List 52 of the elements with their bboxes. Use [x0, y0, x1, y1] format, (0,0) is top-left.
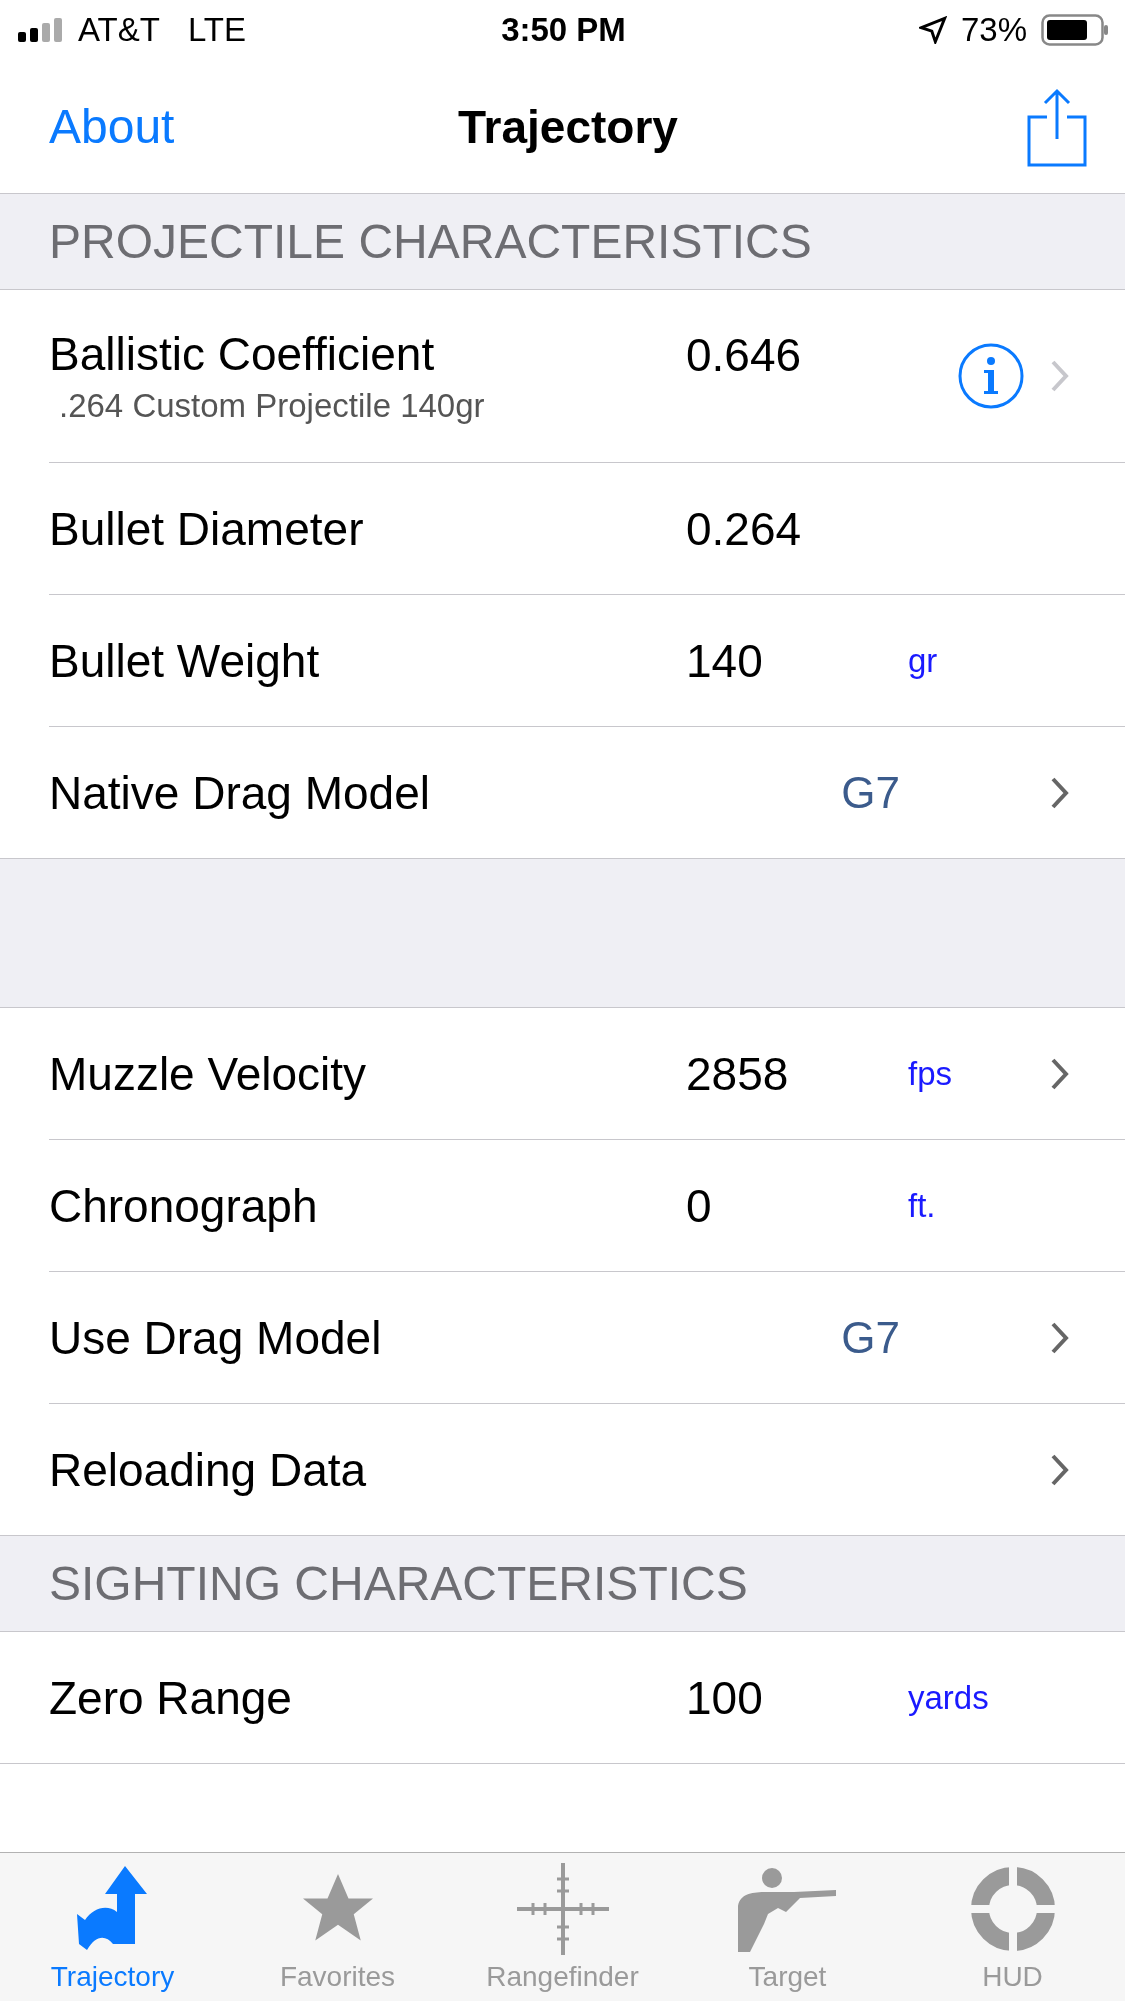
- tab-item[interactable]: Rangefinder: [450, 1853, 675, 2001]
- row-label: Muzzle Velocity: [49, 1046, 367, 1101]
- disclosure-button[interactable]: [1050, 1056, 1070, 1091]
- row-label: Bullet Weight: [49, 633, 321, 688]
- unit-label: gr: [908, 641, 939, 680]
- row-label: Ballistic Coefficient: [49, 327, 436, 381]
- tab-item[interactable]: Target: [675, 1853, 900, 2001]
- info-icon: [958, 343, 1024, 409]
- row-label: Zero Range: [49, 1670, 293, 1725]
- row-label: Use Drag Model: [49, 1310, 383, 1365]
- row-label: Chronograph: [49, 1178, 319, 1233]
- drag-model-value: G7: [840, 767, 900, 818]
- row-label: Reloading Data: [49, 1442, 368, 1497]
- disclosure-button[interactable]: [1050, 1320, 1070, 1355]
- row-label: Bullet Diameter: [49, 501, 365, 556]
- drag-model-value: G7: [840, 1312, 900, 1363]
- unit-label: ft.: [908, 1186, 937, 1225]
- about-link[interactable]: About: [49, 99, 269, 154]
- chevron-icon: [1050, 1320, 1070, 1355]
- disclosure-button[interactable]: [1050, 775, 1070, 810]
- section-header: SIGHTING CHARACTERISTICS: [49, 1556, 748, 1611]
- target-icon: [969, 1866, 1056, 1952]
- carrier-name: AT&T: [78, 11, 160, 49]
- section-header: PROJECTILE CHARACTERISTICS: [49, 214, 812, 269]
- row-label: Native Drag Model: [49, 765, 431, 820]
- value-text: 0.264: [686, 501, 803, 556]
- share-icon: [1027, 86, 1087, 167]
- value-text: 100: [686, 1670, 764, 1725]
- clock-time: 3:50 PM: [501, 11, 626, 49]
- unit-label: yards: [908, 1678, 990, 1717]
- value-text: 2858: [686, 1046, 790, 1101]
- signal-icon: [18, 18, 64, 42]
- tab-item[interactable]: Trajectory: [0, 1853, 225, 2001]
- value-text: 0: [686, 1178, 713, 1233]
- tab-item[interactable]: HUD: [900, 1853, 1125, 2001]
- chevron-icon: [1050, 359, 1070, 393]
- screen-title: Trajectory: [458, 99, 678, 154]
- chevron-icon: [1050, 775, 1070, 810]
- tab-item[interactable]: Favorites: [225, 1853, 450, 2001]
- location-icon: [918, 16, 947, 44]
- value-text: 140: [686, 633, 764, 688]
- network-type: LTE: [187, 11, 246, 49]
- disclosure-button[interactable]: [1050, 1452, 1070, 1487]
- info-button[interactable]: [958, 343, 1024, 409]
- chevron-icon: [1050, 1056, 1070, 1091]
- battery-percent: 73%: [960, 11, 1027, 49]
- chevron-icon: [1050, 1452, 1070, 1487]
- crosshair-icon: [516, 1863, 609, 1955]
- battery-icon: [1041, 14, 1109, 46]
- value-text: 0.646: [686, 328, 803, 382]
- unit-label: fps: [908, 1054, 954, 1093]
- row-subtitle: .264 Custom Projectile 140gr: [59, 387, 486, 425]
